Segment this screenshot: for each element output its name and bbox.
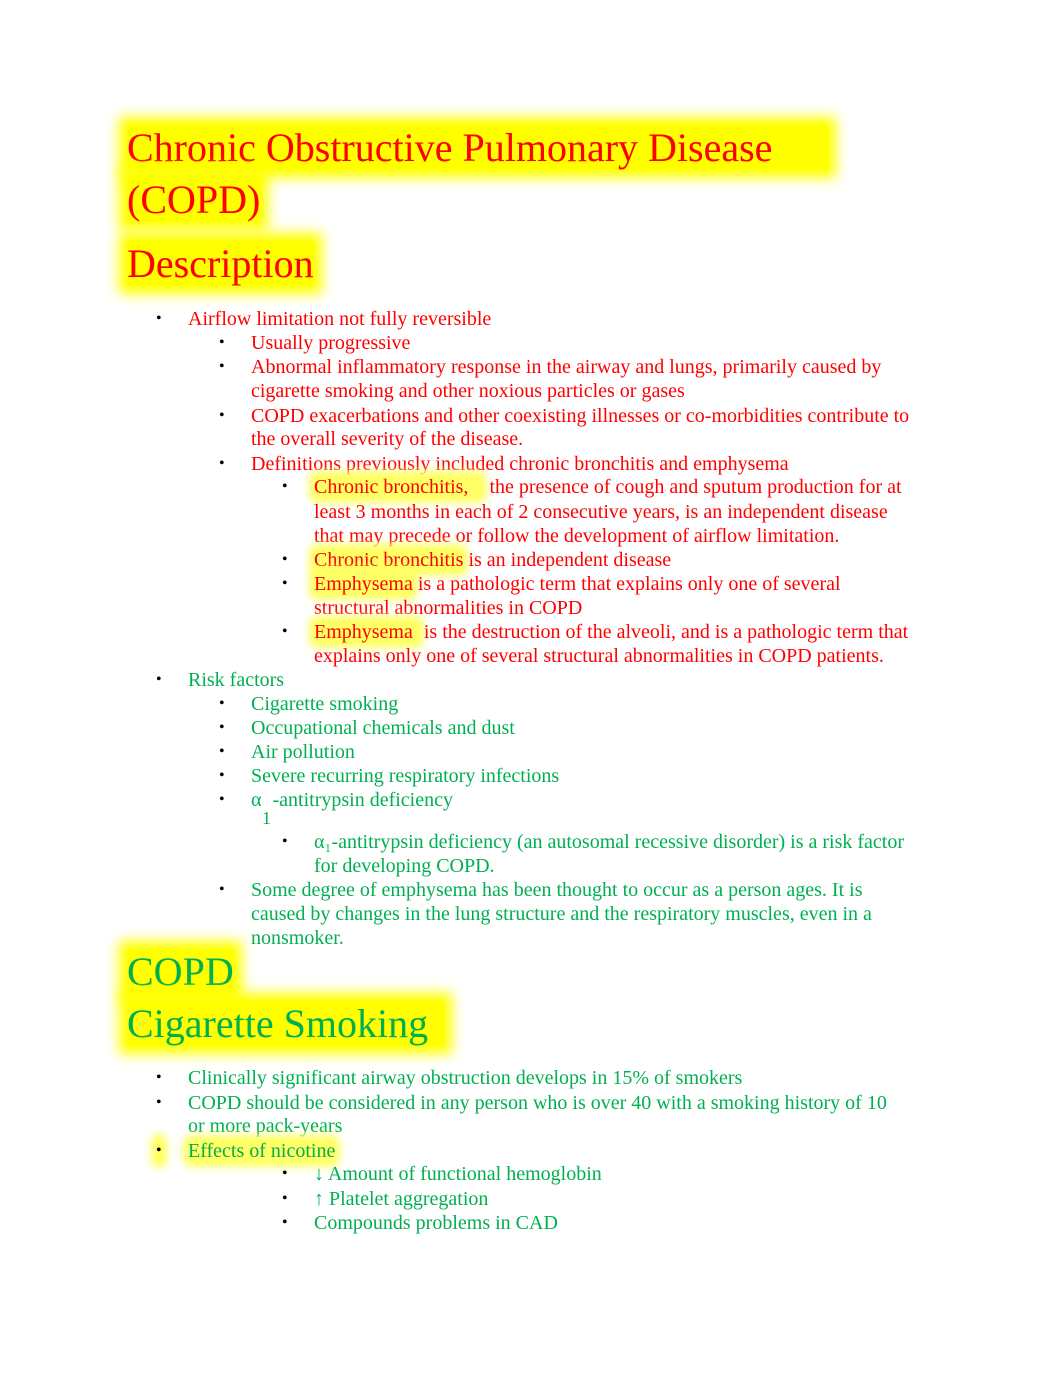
- bullet-icon: •: [282, 623, 288, 640]
- alpha-symbol: α: [251, 789, 262, 811]
- bullet-icon: •: [219, 743, 225, 760]
- nicotine-effect: ↑ Platelet aggregation: [314, 1188, 489, 1210]
- list-item: α₁-antitrypsin deficiency (an autosomal …: [314, 831, 905, 853]
- list-item: COPD exacerbations and other coexisting …: [251, 405, 910, 427]
- definition-chronic-bronchitis: Chronic bronchitis, the presence of coug…: [314, 475, 902, 499]
- nicotine-highlight: Effects of nicotine: [188, 1140, 336, 1162]
- risk-item: Cigarette smoking: [251, 693, 399, 715]
- term-highlight: Chronic bronchitis,: [314, 476, 483, 498]
- list-item-continuation: structural abnormalities in COPD: [314, 597, 583, 619]
- list-item-continuation: the overall severity of the disease.: [251, 428, 524, 450]
- risk-item: Severe recurring respiratory infections: [251, 765, 560, 787]
- bullet-icon: •: [219, 358, 225, 375]
- list-item: Clinically significant airway obstructio…: [188, 1067, 743, 1089]
- list-item: Some degree of emphysema has been though…: [251, 879, 863, 901]
- bullet-icon: •: [219, 881, 225, 898]
- term-highlight: Emphysema: [314, 621, 419, 643]
- nicotine-effect: Compounds problems in CAD: [314, 1212, 558, 1234]
- definition-emphysema: Emphysema is a pathologic term that expl…: [314, 572, 841, 596]
- bullet-icon: •: [156, 1139, 162, 1163]
- bullet-icon: •: [156, 310, 162, 327]
- bullet-icon: •: [282, 1190, 288, 1207]
- document-title-line-2: (COPD): [127, 174, 261, 226]
- list-item: COPD should be considered in any person …: [188, 1092, 887, 1114]
- bullet-icon: •: [282, 551, 288, 568]
- risk-factors-label: Risk factors: [188, 669, 285, 691]
- bullet-icon: •: [282, 1214, 288, 1231]
- term-highlight: Chronic bronchitis: [314, 549, 464, 571]
- bullet-icon: •: [156, 671, 162, 688]
- definition-emphysema-2: Emphysema is the destruction of the alve…: [314, 620, 908, 644]
- smoking-heading-2: Cigarette Smoking: [127, 1001, 445, 1046]
- risk-item: Occupational chemicals and dust: [251, 717, 515, 739]
- list-item-continuation: caused by changes in the lung structure …: [251, 903, 872, 925]
- definition-text: is an independent disease: [463, 549, 672, 571]
- list-item-continuation: nonsmoker.: [251, 927, 344, 949]
- alpha-subscript: 1: [262, 808, 271, 828]
- nicotine-effect: ↓ Amount of functional hemoglobin: [314, 1163, 602, 1185]
- bullet-icon: •: [282, 478, 288, 495]
- definition-chronic-bronchitis-2: Chronic bronchitis is an independent dis…: [314, 548, 671, 572]
- title-line-1: Chronic Obstructive Pulmonary Disease: [127, 125, 829, 170]
- bullet-icon: •: [219, 791, 225, 808]
- bullet-icon: •: [219, 719, 225, 736]
- list-item-continuation: that may precede or follow the developme…: [314, 525, 840, 547]
- bullet-icon: •: [219, 407, 225, 424]
- list-item-continuation: cigarette smoking and other noxious part…: [251, 380, 685, 402]
- description-heading: Description: [127, 241, 314, 286]
- definition-text: the presence of cough and sputum product…: [489, 476, 902, 498]
- list-item: Usually progressive: [251, 332, 411, 354]
- list-item-continuation: least 3 months in each of 2 consecutive …: [314, 501, 888, 523]
- bullet-icon: •: [156, 1069, 162, 1086]
- risk-item: Air pollution: [251, 741, 355, 763]
- bullet-icon: •: [282, 575, 288, 592]
- list-item-continuation: explains only one of several structural …: [314, 645, 884, 667]
- list-item: Abnormal inflammatory response in the ai…: [251, 356, 882, 378]
- list-item-nicotine: Effects of nicotine: [188, 1139, 336, 1163]
- definition-text: is the destruction of the alveoli, and i…: [423, 621, 909, 643]
- list-item: Airflow limitation not fully reversible: [188, 308, 492, 330]
- title-line-2: (COPD): [127, 177, 261, 222]
- term-highlight: Emphysema: [314, 573, 413, 595]
- bullet-icon: •: [282, 833, 288, 850]
- definition-text: is a pathologic term that explains only …: [412, 573, 841, 595]
- section-heading-cigarette-smoking: Cigarette Smoking: [127, 998, 445, 1050]
- bullet-icon: •: [156, 1094, 162, 1111]
- section-heading-copd: COPD: [127, 946, 234, 998]
- bullet-icon: •: [219, 767, 225, 784]
- risk-item-alpha: α -antitrypsin deficiency: [251, 788, 453, 812]
- smoking-heading-1: COPD: [127, 949, 234, 994]
- bullet-icon: •: [219, 695, 225, 712]
- list-item-continuation: for developing COPD.: [314, 855, 495, 877]
- document-title: Chronic Obstructive Pulmonary Disease: [127, 122, 829, 174]
- bullet-icon: •: [282, 1165, 288, 1182]
- list-item-continuation: or more pack-years: [188, 1115, 343, 1137]
- bullet-icon: •: [219, 334, 225, 351]
- list-item: Definitions previously included chronic …: [251, 453, 789, 475]
- alpha-rest: -antitrypsin deficiency: [272, 789, 453, 811]
- bullet-icon: •: [219, 455, 225, 472]
- section-heading-description: Description: [127, 238, 314, 290]
